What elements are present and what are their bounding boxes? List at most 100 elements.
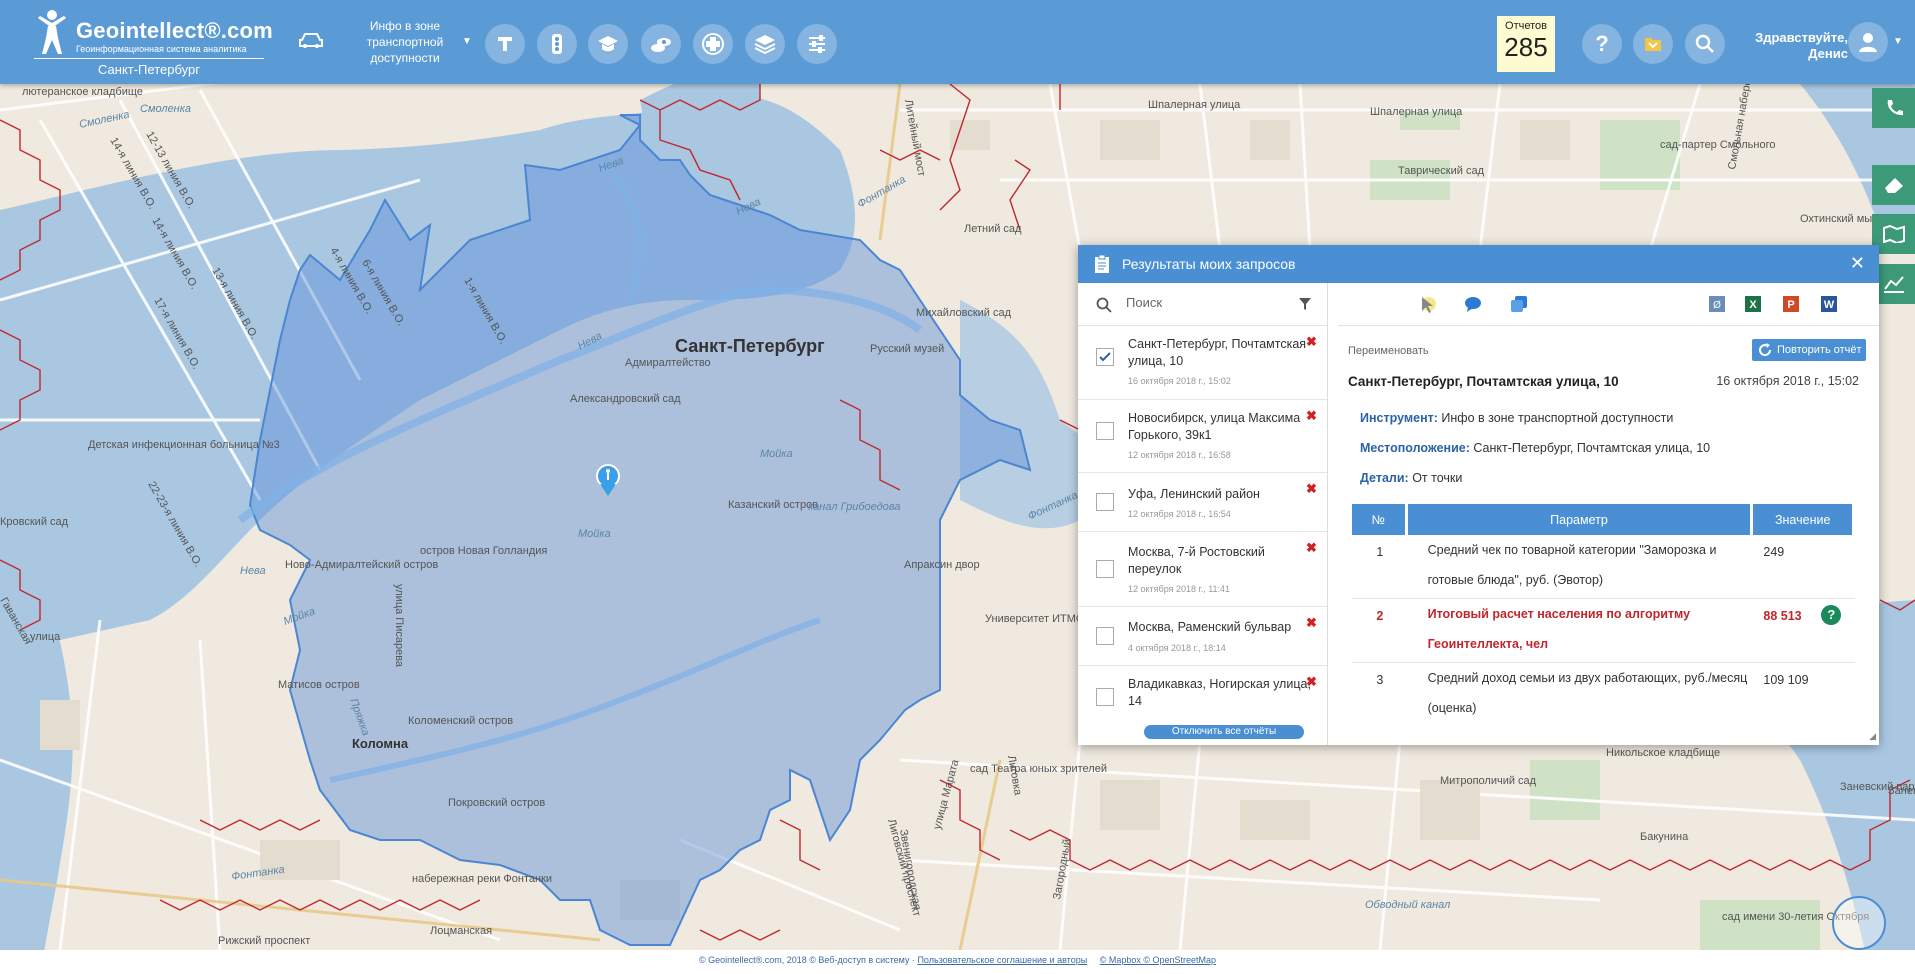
- delete-icon[interactable]: ✖: [1306, 674, 1317, 690]
- car-icon[interactable]: [298, 32, 324, 50]
- disable-all-button[interactable]: Отключить все отчёты: [1144, 725, 1304, 739]
- row-value: 109 109: [1763, 673, 1809, 687]
- table-row: 1 Средний чек по товарной категории "Зам…: [1352, 535, 1855, 599]
- map-attribution-link[interactable]: © Mapbox © OpenStreetMap: [1100, 955, 1216, 965]
- instrument-row: Инструмент: Инфо в зоне транспортной дос…: [1360, 411, 1673, 425]
- map-label: Русский музей: [870, 343, 944, 355]
- list-item[interactable]: Владикавказ, Ногирская улица, 14 ✖: [1078, 666, 1327, 708]
- table-header-row: № Параметр Значение: [1352, 504, 1855, 535]
- delete-icon[interactable]: ✖: [1306, 408, 1317, 424]
- request-title: Москва, Раменский бульвар: [1128, 620, 1292, 634]
- request-title: Санкт-Петербург, Почтамтская улица, 10: [1128, 337, 1307, 368]
- list-item[interactable]: Уфа, Ленинский район 12 октября 2018 г.,…: [1078, 473, 1327, 532]
- column-header: Параметр: [1407, 504, 1754, 535]
- repeat-report-button[interactable]: Повторить отчёт: [1752, 339, 1866, 361]
- chevron-down-icon[interactable]: ▼: [462, 36, 472, 47]
- repeat-report-label: Повторить отчёт: [1777, 344, 1862, 356]
- map-label: Шпалерная улица: [1370, 106, 1463, 118]
- medical-icon[interactable]: [693, 24, 733, 64]
- map-label: Нева: [240, 565, 266, 577]
- traffic-light-icon[interactable]: [537, 24, 577, 64]
- user-icon[interactable]: [1848, 22, 1888, 62]
- location-label: Местоположение:: [1360, 441, 1470, 455]
- map-label: Детская инфекционная больница №3: [88, 439, 280, 451]
- filter-icon[interactable]: [1298, 297, 1312, 311]
- map-zoom-control[interactable]: [1832, 896, 1886, 950]
- city-selector[interactable]: Санкт-Петербург: [98, 62, 200, 77]
- education-icon[interactable]: [588, 24, 628, 64]
- map-label: Мойка: [578, 528, 611, 540]
- map-label: Смоленка: [140, 103, 191, 115]
- map-label: Апраксин двор: [904, 559, 980, 571]
- reports-label: Отчетов: [1505, 20, 1547, 32]
- list-item[interactable]: Новосибирск, улица Максима Горького, 39к…: [1078, 400, 1327, 473]
- resize-handle-icon[interactable]: ◢: [1869, 731, 1876, 742]
- tool-selector[interactable]: Инфо в зоне транспортной доступности: [345, 18, 465, 66]
- list-item[interactable]: Москва, 7-й Ростовский переулок 12 октяб…: [1078, 532, 1327, 607]
- delete-icon[interactable]: ✖: [1306, 481, 1317, 497]
- checkbox[interactable]: [1096, 493, 1114, 511]
- help-circle-icon[interactable]: ?: [1821, 605, 1842, 625]
- terms-link[interactable]: Пользовательское соглашение и авторы: [917, 955, 1087, 965]
- map-label: Бакунина: [1640, 831, 1689, 843]
- report-date: 16 октября 2018 г., 15:02: [1716, 374, 1859, 388]
- checkbox[interactable]: [1096, 627, 1114, 645]
- report-table: № Параметр Значение 1 Средний чек по тов…: [1352, 504, 1855, 726]
- reports-count: 285: [1504, 32, 1548, 62]
- delete-icon[interactable]: ✖: [1306, 540, 1317, 556]
- map-label: лютеранское кладбище: [22, 86, 143, 98]
- map-label: Матисов остров: [278, 679, 360, 691]
- delete-icon[interactable]: ✖: [1306, 334, 1317, 350]
- help-icon[interactable]: ?: [1582, 24, 1622, 64]
- layers-icon[interactable]: [745, 24, 785, 64]
- folder-icon[interactable]: [1633, 24, 1673, 64]
- share-icon[interactable]: Ø: [1708, 295, 1726, 313]
- close-icon[interactable]: ✕: [1850, 253, 1865, 274]
- search-icon[interactable]: [1685, 24, 1725, 64]
- phone-icon[interactable]: [1872, 88, 1915, 128]
- map-label: Казанский остров: [728, 499, 818, 511]
- text-tool-icon[interactable]: [485, 24, 525, 64]
- map-label: улица: [30, 631, 61, 643]
- map-label: Покровский остров: [448, 797, 545, 809]
- list-item[interactable]: Москва, Раменский бульвар 4 октября 2018…: [1078, 607, 1327, 666]
- map-label: канал Грибоедова: [808, 501, 900, 513]
- report-title: Санкт-Петербург, Почтамтская улица, 10: [1348, 374, 1619, 389]
- list-item[interactable]: Санкт-Петербург, Почтамтская улица, 10 1…: [1078, 326, 1327, 400]
- excel-icon[interactable]: X: [1744, 295, 1762, 313]
- word-icon[interactable]: W: [1820, 295, 1838, 313]
- requests-list: Санкт-Петербург, Почтамтская улица, 10 1…: [1078, 283, 1328, 745]
- chat-icon[interactable]: [1464, 295, 1484, 313]
- chevron-down-icon[interactable]: ▼: [1893, 36, 1903, 47]
- checkbox[interactable]: [1096, 422, 1114, 440]
- search-input[interactable]: [1124, 294, 1288, 311]
- eraser-icon[interactable]: [1872, 165, 1915, 205]
- map-label: Заневский: [1888, 785, 1915, 797]
- greeting-line: Здравствуйте,: [1755, 30, 1848, 45]
- map-city-label: Санкт-Петербург: [675, 336, 825, 356]
- checkbox[interactable]: [1096, 348, 1114, 366]
- rename-link[interactable]: Переименовать: [1348, 345, 1429, 357]
- delete-icon[interactable]: ✖: [1306, 615, 1317, 631]
- column-header: Значение: [1753, 504, 1855, 535]
- map-label: Летний сад: [964, 223, 1022, 235]
- copy-icon[interactable]: [1510, 295, 1528, 313]
- checkbox[interactable]: [1096, 688, 1114, 706]
- report-details: Ø X P W Переименовать Повторить отчёт Са…: [1338, 283, 1879, 745]
- sliders-icon[interactable]: [797, 24, 837, 64]
- cursor-icon[interactable]: [1418, 295, 1438, 315]
- map-label: Никольское кладбище: [1606, 747, 1720, 759]
- map-label: Митрополичий сад: [1440, 775, 1537, 787]
- refresh-icon: [1759, 343, 1772, 357]
- map-label: Александровский сад: [570, 393, 681, 405]
- table-row: 2 Итоговый расчет населения по алгоритму…: [1352, 599, 1855, 663]
- powerpoint-icon[interactable]: P: [1782, 295, 1800, 313]
- checkbox[interactable]: [1096, 560, 1114, 578]
- money-icon[interactable]: [641, 24, 681, 64]
- request-date: 12 октября 2018 г., 16:58: [1128, 450, 1231, 460]
- footer: © Geointellect®.com, 2018 © Веб-доступ в…: [0, 950, 1915, 974]
- reports-counter[interactable]: Отчетов 285: [1497, 16, 1555, 72]
- svg-text:P: P: [1787, 299, 1794, 311]
- row-number: 1: [1352, 535, 1408, 599]
- map-label: Лоцманская: [430, 925, 492, 937]
